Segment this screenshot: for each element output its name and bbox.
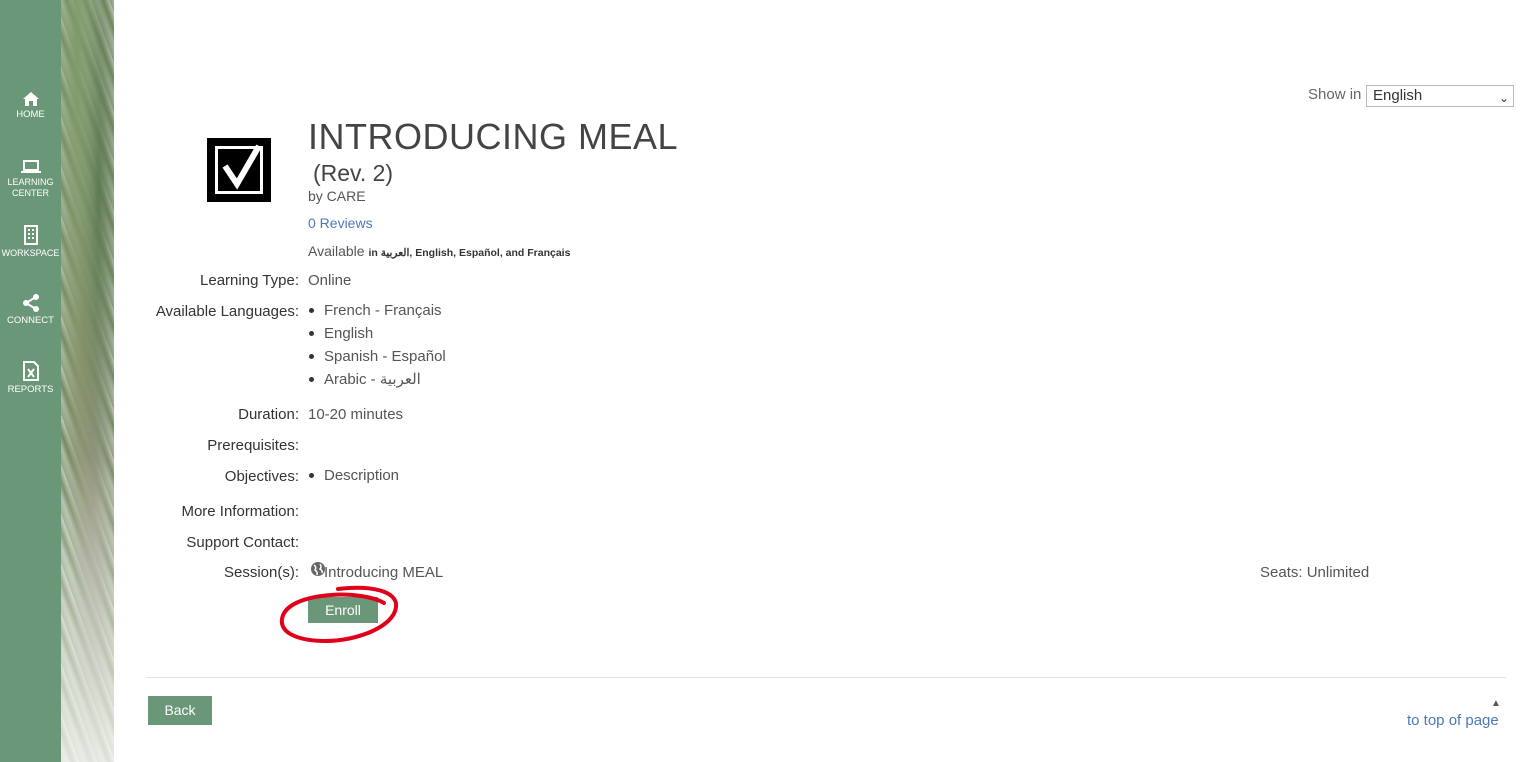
sessions-label: Session(s): xyxy=(223,564,299,581)
sidebar-item-label: REPORTS xyxy=(7,384,54,395)
duration-value: 10-20 minutes xyxy=(308,406,404,423)
caret-up-icon: ▲ xyxy=(1491,698,1501,709)
building-icon xyxy=(23,225,38,245)
sidebar: HOME LEARNING CENTER WORKSPACE CONNECT R… xyxy=(0,0,61,762)
prerequisites-label: Prerequisites: xyxy=(207,437,299,454)
reviews-link[interactable]: 0 Reviews xyxy=(308,215,373,231)
course-checkbox-icon xyxy=(207,138,271,202)
support-contact-label: Support Contact: xyxy=(186,534,299,551)
divider xyxy=(146,677,1506,678)
sidebar-item-label: HOME xyxy=(16,109,45,120)
sidebar-item-reports[interactable]: REPORTS xyxy=(0,361,61,395)
back-button[interactable]: Back xyxy=(148,696,212,725)
laptop-icon xyxy=(20,160,41,173)
learning-type-label: Learning Type: xyxy=(200,272,299,289)
sidebar-item-workspace[interactable]: WORKSPACE xyxy=(0,225,61,259)
more-information-label: More Information: xyxy=(181,503,299,520)
sidebar-item-home[interactable]: HOME xyxy=(0,92,61,120)
language-select[interactable]: English ⌄ xyxy=(1366,85,1514,107)
chevron-down-icon: ⌄ xyxy=(1498,91,1509,105)
course-revision: (Rev. 2) xyxy=(313,160,394,186)
duration-label: Duration: xyxy=(238,406,299,423)
excel-file-icon xyxy=(22,361,39,381)
show-in-label: Show in xyxy=(1308,86,1362,103)
learning-type-value: Online xyxy=(308,272,352,289)
list-item: Spanish - Español xyxy=(308,345,446,368)
course-title: INTRODUCING MEAL xyxy=(308,116,679,157)
available-langs: in العربية, English, Español, and França… xyxy=(368,247,571,259)
sidebar-item-label: LEARNING CENTER xyxy=(7,177,54,198)
sidebar-item-label: WORKSPACE xyxy=(1,248,60,258)
list-item: English xyxy=(308,322,446,345)
list-item: Description xyxy=(308,464,399,487)
to-top-link[interactable]: to top of page xyxy=(1407,712,1499,729)
session-name: Introducing MEAL xyxy=(324,564,444,581)
decorative-photo-strip xyxy=(61,0,114,762)
languages-list: French - Français English Spanish - Espa… xyxy=(308,299,446,391)
available-languages-summary: Available in العربية, English, Español, … xyxy=(308,243,570,259)
list-item: Arabic - العربية xyxy=(308,368,446,391)
seats-info: Seats: Unlimited xyxy=(1260,564,1370,581)
available-prefix: Available xyxy=(308,243,365,259)
available-languages-label: Available Languages: xyxy=(155,303,299,320)
objectives-list: Description xyxy=(308,464,399,487)
objectives-label: Objectives: xyxy=(224,468,299,485)
language-select-value: English xyxy=(1373,87,1423,104)
list-item: French - Français xyxy=(308,299,446,322)
red-circle-annotation xyxy=(279,585,398,644)
home-icon xyxy=(22,92,39,106)
course-author: by CARE xyxy=(308,188,366,204)
sidebar-item-learning-center[interactable]: LEARNING CENTER xyxy=(0,160,61,199)
